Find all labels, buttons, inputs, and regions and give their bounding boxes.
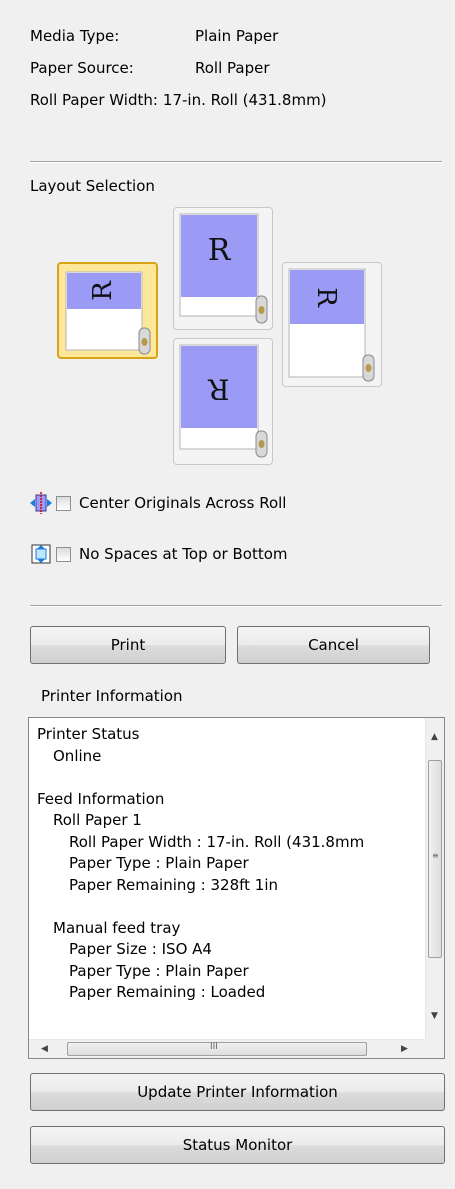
printer-info-line: Paper Remaining : Loaded xyxy=(69,983,266,1001)
grip-icon: III xyxy=(210,1042,218,1052)
scroll-left-arrow-icon[interactable]: ◀ xyxy=(41,1044,48,1054)
update-printer-information-button[interactable]: Update Printer Information xyxy=(30,1073,445,1111)
layout-option-rotate-left[interactable]: R xyxy=(57,262,158,359)
separator xyxy=(30,161,442,163)
layout-letter: R xyxy=(208,233,232,268)
paper-source-value: Roll Paper xyxy=(195,59,270,77)
roll-paper-icon: R xyxy=(65,271,151,355)
no-spaces-label[interactable]: No Spaces at Top or Bottom xyxy=(79,545,288,563)
grip-icon: ≡ xyxy=(432,851,439,860)
paper-source-row: Paper Source: Roll Paper xyxy=(30,57,270,79)
center-originals-checkbox[interactable] xyxy=(56,495,71,511)
roll-width-label: Roll Paper Width: xyxy=(30,91,158,109)
vertical-scrollbar[interactable]: ▲ ≡ ▼ xyxy=(425,718,444,1040)
no-spaces-row: No Spaces at Top or Bottom xyxy=(30,541,288,567)
paper-source-label: Paper Source: xyxy=(30,59,134,77)
center-originals-icon xyxy=(30,492,52,514)
layout-letter: R xyxy=(88,280,118,301)
printer-info-line: Paper Remaining : 328ft 1in xyxy=(69,875,279,894)
layout-option-rotate-right[interactable]: R xyxy=(282,262,382,387)
printer-info-line: Paper Type : Plain Paper xyxy=(69,961,249,980)
printer-info-line xyxy=(37,767,412,789)
no-spaces-checkbox[interactable] xyxy=(56,546,71,562)
layout-letter: R xyxy=(311,287,341,308)
roll-width-value: 17-in. Roll (431.8mm) xyxy=(162,91,327,109)
printer-information-title: Printer Information xyxy=(41,687,183,705)
roll-paper-icon: R xyxy=(179,213,268,324)
roll-paper-icon: R xyxy=(288,268,375,382)
printer-info-line: Manual feed tray xyxy=(53,918,181,937)
printer-info-line xyxy=(37,896,412,918)
horizontal-scroll-thumb[interactable]: III xyxy=(67,1042,367,1056)
center-originals-row: Center Originals Across Roll xyxy=(30,490,286,516)
media-type-value: Plain Paper xyxy=(195,27,279,45)
no-spaces-icon xyxy=(31,544,51,564)
scrollbar-corner xyxy=(425,1039,444,1058)
scroll-up-arrow-icon[interactable]: ▲ xyxy=(431,732,438,742)
printer-info-line: Paper Type : Plain Paper xyxy=(69,854,249,872)
status-monitor-button[interactable]: Status Monitor xyxy=(30,1126,445,1164)
scroll-down-arrow-icon[interactable]: ▼ xyxy=(431,1011,438,1021)
layout-option-rotate-180[interactable]: R xyxy=(173,338,273,465)
printer-info-line: Paper Size : ISO A4 xyxy=(69,940,212,958)
scroll-right-arrow-icon[interactable]: ▶ xyxy=(401,1044,408,1054)
printer-info-line: Feed Information xyxy=(37,789,165,808)
separator xyxy=(30,605,442,607)
roll-paper-icon: R xyxy=(179,344,268,458)
layout-option-normal[interactable]: R xyxy=(173,207,273,330)
media-type-row: Media Type: Plain Paper xyxy=(30,25,278,47)
printer-info-line: Printer Status xyxy=(37,725,140,743)
horizontal-scrollbar[interactable]: ◀ III ▶ xyxy=(29,1039,425,1058)
printer-info-line: Online xyxy=(53,746,102,765)
layout-letter: R xyxy=(208,373,230,406)
printer-information-content: Printer Status Online Feed Information Roll… xyxy=(37,724,412,1039)
printer-information-box[interactable]: Printer Status Online Feed Information Roll… xyxy=(28,717,445,1059)
print-button[interactable]: Print xyxy=(30,626,226,664)
media-type-label: Media Type: xyxy=(30,27,120,45)
vertical-scroll-thumb[interactable]: ≡ xyxy=(428,760,442,958)
roll-width-row: Roll Paper Width: 17-in. Roll (431.8mm) xyxy=(30,89,327,111)
printer-info-line: Roll Paper 1 xyxy=(53,811,142,829)
cancel-button[interactable]: Cancel xyxy=(237,626,430,664)
printer-info-line: Roll Paper Width : 17-in. Roll (431.8mm xyxy=(69,832,365,851)
center-originals-label[interactable]: Center Originals Across Roll xyxy=(79,494,286,512)
layout-selection-title: Layout Selection xyxy=(30,177,155,195)
